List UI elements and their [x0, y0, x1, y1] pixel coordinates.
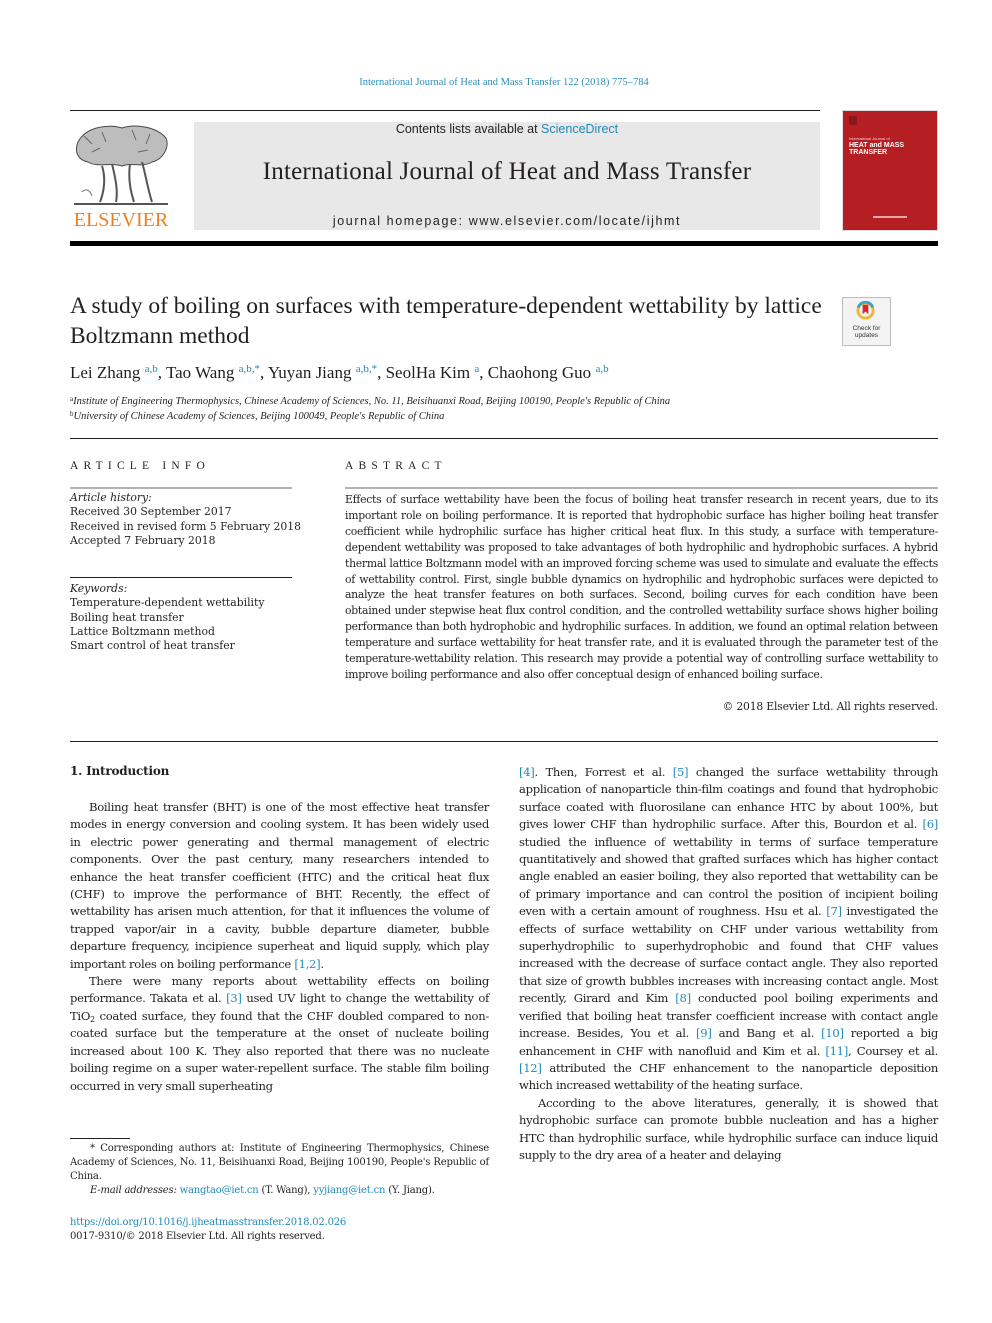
- citation-link[interactable]: [7]: [826, 904, 842, 918]
- citation-link[interactable]: [11]: [825, 1044, 848, 1058]
- history-accepted: Accepted 7 February 2018: [70, 533, 216, 547]
- paragraph: According to the above literatures, gene…: [519, 1095, 938, 1162]
- cover-subtitle: International Journal of: [849, 136, 890, 141]
- paragraph-text: , Coursey et al.: [847, 1043, 938, 1058]
- cover-logo-icon: [849, 116, 857, 125]
- article-history: Article history: Received 30 September 2…: [70, 491, 302, 548]
- front-matter-rule: [70, 438, 938, 439]
- check-for-updates-button[interactable]: Check for updates: [842, 297, 891, 346]
- crossmark-label: Check for updates: [843, 325, 890, 339]
- author-affil-marks[interactable]: a,b: [595, 363, 608, 375]
- abstract-bottom-rule: [70, 741, 938, 742]
- crossmark-label-line2: updates: [854, 332, 879, 339]
- affiliation-a: aInstitute of Engineering Thermophysics,…: [70, 395, 670, 407]
- journal-cover[interactable]: International Journal of HEAT and MASS T…: [843, 111, 937, 230]
- affiliation-text: Institute of Engineering Thermophysics, …: [73, 396, 671, 407]
- journal-masthead: Contents lists available at ScienceDirec…: [194, 122, 820, 230]
- abstract-rule: [345, 487, 938, 489]
- author-name[interactable]: Lei Zhang: [70, 363, 140, 382]
- footnote-rule: [70, 1138, 130, 1139]
- keyword: Temperature-dependent wettability: [70, 596, 265, 610]
- paragraph: There were many reports about wettabilit…: [70, 973, 489, 1095]
- email-owner: (T. Wang),: [258, 1185, 314, 1196]
- citation-link[interactable]: [10]: [821, 1026, 844, 1040]
- email-owner: (Y. Jiang).: [385, 1185, 435, 1196]
- footnotes: * Corresponding authors at: Institute of…: [70, 1142, 489, 1198]
- cover-footer-mark: [873, 216, 907, 218]
- citation-link[interactable]: [6]: [922, 817, 938, 831]
- citation-link[interactable]: [12]: [519, 1061, 542, 1075]
- keywords: Keywords: Temperature-dependent wettabil…: [70, 582, 292, 653]
- article-title: A study of boiling on surfaces with temp…: [70, 293, 822, 349]
- paragraph-text: coated surface, they found that the CHF …: [70, 1008, 489, 1093]
- author-affil-marks[interactable]: a: [474, 363, 479, 375]
- email-link[interactable]: wangtao@iet.cn: [180, 1185, 259, 1196]
- doi-link[interactable]: https://doi.org/10.1016/j.ijheatmasstran…: [70, 1217, 346, 1228]
- abstract-text: Effects of surface wettability have been…: [345, 493, 938, 681]
- elsevier-wordmark: ELSEVIER: [73, 209, 169, 231]
- paragraph-text: attributed the CHF enhancement to the na…: [519, 1060, 938, 1093]
- cover-title: HEAT and MASS TRANSFER: [849, 142, 904, 156]
- article-info-rule: [70, 487, 292, 489]
- keyword: Lattice Boltzmann method: [70, 624, 215, 638]
- paragraph-text: Boiling heat transfer (BHT) is one of th…: [70, 800, 489, 971]
- history-revised: Received in revised form 5 February 2018: [70, 519, 302, 533]
- citation-link[interactable]: [1,2]: [294, 957, 320, 971]
- sciencedirect-link[interactable]: ScienceDirect: [541, 122, 618, 136]
- journal-name: International Journal of Heat and Mass T…: [262, 158, 752, 185]
- email-link[interactable]: yyjiang@iet.cn: [313, 1185, 385, 1196]
- author-affil-marks[interactable]: a,b,*: [239, 363, 260, 375]
- affiliation-b: bUniversity of Chinese Academy of Scienc…: [70, 410, 444, 422]
- abstract-heading: ABSTRACT: [345, 460, 447, 472]
- email-note: E-mail addresses: wangtao@iet.cn (T. Wan…: [70, 1184, 489, 1198]
- tree-icon: [74, 125, 168, 205]
- author-name[interactable]: Chaohong Guo: [488, 363, 591, 382]
- author-list: Lei Zhang a,b, Tao Wang a,b,*, Yuyan Jia…: [70, 363, 609, 382]
- citation-link[interactable]: [3]: [226, 991, 242, 1005]
- author-affil-marks[interactable]: a,b: [145, 363, 158, 375]
- author-name[interactable]: Tao Wang: [166, 363, 234, 382]
- keywords-label: Keywords:: [70, 582, 128, 595]
- contents-line: Contents lists available at ScienceDirec…: [194, 122, 820, 136]
- paragraph-text: . Then, Forrest et al.: [534, 765, 673, 779]
- paragraph: [4]. Then, Forrest et al. [5] changed th…: [519, 764, 938, 1095]
- citation-link[interactable]: [5]: [673, 765, 689, 779]
- cover-title-line2: TRANSFER: [849, 149, 888, 156]
- journal-homepage[interactable]: journal homepage: www.elsevier.com/locat…: [194, 214, 820, 228]
- masthead-thick-rule: [70, 241, 938, 246]
- keywords-rule: [70, 577, 292, 578]
- header-rule: [70, 110, 820, 111]
- doi-block: https://doi.org/10.1016/j.ijheatmasstran…: [70, 1216, 346, 1244]
- issn-copyright: 0017-9310/© 2018 Elsevier Ltd. All right…: [70, 1231, 325, 1242]
- crossmark-label-line1: Check for: [852, 325, 881, 332]
- paragraph: Boiling heat transfer (BHT) is one of th…: [70, 800, 489, 971]
- body-column-right: [4]. Then, Forrest et al. [5] changed th…: [519, 764, 938, 1164]
- author-affil-marks[interactable]: a,b,*: [356, 363, 377, 375]
- citation-link[interactable]: [8]: [675, 991, 691, 1005]
- elsevier-logo[interactable]: ELSEVIER: [70, 120, 172, 232]
- contents-prefix: Contents lists available at: [395, 122, 542, 136]
- history-label: Article history:: [70, 491, 152, 504]
- abstract-copyright: © 2018 Elsevier Ltd. All rights reserved…: [722, 700, 939, 713]
- author-name[interactable]: Yuyan Jiang: [268, 363, 352, 382]
- author-name[interactable]: SeolHa Kim: [386, 363, 471, 382]
- citation-link[interactable]: [9]: [696, 1026, 712, 1040]
- affiliation-text: University of Chinese Academy of Science…: [73, 411, 445, 422]
- crossmark-icon: [856, 301, 875, 320]
- cover-title-line1: HEAT and MASS: [849, 142, 905, 149]
- citation-link[interactable]: [4]: [519, 765, 535, 779]
- running-head[interactable]: International Journal of Heat and Mass T…: [0, 77, 992, 88]
- keyword: Smart control of heat transfer: [70, 639, 235, 653]
- history-received: Received 30 September 2017: [70, 505, 232, 519]
- section-heading-introduction: 1. Introduction: [70, 764, 170, 778]
- article-info-heading: ARTICLE INFO: [70, 460, 210, 472]
- paragraph-text: and Bang et al.: [711, 1026, 822, 1041]
- email-label: E-mail addresses:: [90, 1185, 180, 1196]
- keyword: Boiling heat transfer: [70, 610, 184, 624]
- body-column-left: Boiling heat transfer (BHT) is one of th…: [70, 799, 489, 1095]
- corresponding-author-note: * Corresponding authors at: Institute of…: [70, 1143, 489, 1182]
